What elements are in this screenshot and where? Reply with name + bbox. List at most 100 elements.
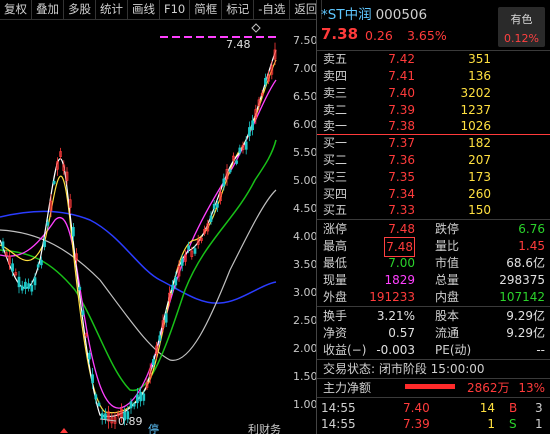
float-shares-label: 流通 (435, 326, 460, 340)
market-cap-value: 68.6亿 (506, 256, 545, 270)
stock-header[interactable]: *ST中润 000506 (321, 3, 427, 23)
candle-body (24, 281, 27, 289)
chart-toolbar: 复权 叠加 多股 统计 画线 F10 简框 标记 -自选 返回 (0, 0, 323, 20)
total-volume-label: 总量 (435, 273, 460, 287)
candle-body (33, 277, 37, 286)
overlay-button[interactable]: 叠加 (32, 0, 64, 19)
ask-volume: 3202 (460, 86, 491, 100)
bid-label: 买一 (323, 136, 348, 150)
kline-chart[interactable]: 7.50 7.00 6.50 6.00 5.50 5.00 4.50 4.00 … (0, 20, 316, 434)
high-price-label: 7.48 (226, 38, 251, 51)
stat-row: 换手 3.21% 股本 9.29亿 (317, 307, 550, 325)
ask-volume: 136 (468, 69, 491, 83)
last-price: 7.38 (321, 25, 359, 43)
candle-body (104, 413, 107, 420)
ask-volume: 1237 (460, 103, 491, 117)
bid-row[interactable]: 买五 7.33 150 (317, 202, 550, 219)
ask-row[interactable]: 卖三 7.40 3202 (317, 85, 550, 102)
y-tick: 1.00 (293, 398, 316, 411)
y-tick: 1.50 (293, 370, 316, 383)
candle-body (238, 147, 242, 153)
ask-row[interactable]: 卖二 7.39 1237 (317, 102, 550, 119)
y-tick: 2.00 (293, 342, 316, 355)
stat-row: 净资 0.57 流通 9.29亿 (317, 324, 550, 342)
pe-value: -- (536, 343, 545, 357)
divider (317, 397, 550, 398)
candle-body (216, 203, 219, 208)
candle-body (164, 313, 168, 323)
stat-row: 外盘 191233 内盘 107142 (317, 288, 550, 306)
ask-row[interactable]: 卖一 7.38 1026 (317, 118, 550, 135)
candle-body (72, 227, 75, 237)
multi-stock-button[interactable]: 多股 (64, 0, 96, 19)
bid-volume: 260 (468, 187, 491, 201)
outer-volume-value: 191233 (369, 290, 415, 304)
y-tick: 2.50 (293, 314, 316, 327)
ask-price: 7.39 (388, 103, 415, 117)
main-flow-pct: 13% (518, 381, 545, 395)
bid-price: 7.33 (388, 203, 415, 217)
y-tick: 5.50 (293, 146, 316, 159)
current-volume-label: 现量 (323, 273, 348, 287)
ma-white-line (0, 49, 277, 418)
trade-status: 交易状态: 闭市阶段 15:00:00 (323, 362, 485, 376)
bid-row[interactable]: 买四 7.34 260 (317, 186, 550, 203)
sector-badge[interactable]: 有色 0.12% (498, 7, 545, 47)
trade-row[interactable]: 14:55 7.39 1 S 1 (317, 416, 550, 432)
bid-row[interactable]: 买三 7.35 173 (317, 169, 550, 186)
pe-label: PE(动) (435, 343, 472, 357)
trade-row[interactable]: 14:55 7.40 14 B 3 (317, 400, 550, 416)
candle-body (81, 310, 85, 316)
ask-label: 卖二 (323, 103, 348, 117)
candle-body (180, 258, 184, 266)
y-tick: 4.00 (293, 230, 316, 243)
trade-count: 1 (535, 417, 543, 431)
bid-label: 买三 (323, 170, 348, 184)
ask-label: 卖四 (323, 69, 348, 83)
bid-volume: 182 (468, 136, 491, 150)
candle-body (142, 393, 146, 401)
candle-body (78, 286, 82, 291)
bid-volume: 173 (468, 170, 491, 184)
y-tick: 3.00 (293, 286, 316, 299)
candle-body (46, 221, 50, 226)
y-tick: 6.50 (293, 90, 316, 103)
candle-body (132, 403, 136, 407)
ask-row[interactable]: 卖五 7.42 351 (317, 51, 550, 68)
price-change: 0.26 (365, 28, 393, 43)
candle-body (248, 127, 251, 137)
ask-row[interactable]: 卖四 7.41 136 (317, 68, 550, 85)
price-change-pct: 3.65% (407, 28, 447, 43)
bid-row[interactable]: 买二 7.36 207 (317, 152, 550, 169)
limit-up-value: 7.48 (388, 222, 415, 236)
volume-ratio-value: 1.45 (518, 239, 545, 253)
stock-name: *ST中润 (321, 7, 372, 23)
simple-frame-button[interactable]: 简框 (190, 0, 223, 19)
draw-line-button[interactable]: 画线 (128, 0, 160, 19)
y-tick: 3.50 (293, 258, 316, 271)
statistics-button[interactable]: 统计 (96, 0, 128, 19)
sector-pct: 0.12% (504, 32, 539, 45)
remove-watchlist-button[interactable]: -自选 (254, 0, 291, 19)
inner-volume-value: 107142 (499, 290, 545, 304)
ma-yellow-line (0, 59, 277, 414)
restore-rights-button[interactable]: 复权 (0, 0, 32, 19)
bid-row[interactable]: 买一 7.37 182 (317, 135, 550, 152)
mark-button[interactable]: 标记 (222, 0, 255, 19)
limit-down-label: 跌停 (435, 222, 460, 236)
f10-button[interactable]: F10 (160, 0, 191, 19)
quote-panel: *ST中润 000506 有色 0.12% 7.38 0.26 3.65% 卖五 7… (316, 0, 550, 434)
inner-volume-label: 内盘 (435, 290, 460, 304)
candle-body (174, 276, 178, 286)
suspend-marker: 停 (148, 422, 159, 434)
ask-label: 卖三 (323, 86, 348, 100)
ask-volume: 351 (468, 52, 491, 66)
bid-label: 买四 (323, 187, 348, 201)
stock-code: 000506 (375, 7, 428, 23)
y-tick: 7.50 (293, 34, 316, 47)
candle-body (129, 401, 133, 409)
trade-qty: 1 (487, 417, 495, 431)
bid-label: 买五 (323, 203, 348, 217)
net-asset-label: 净资 (323, 326, 348, 340)
stat-row: 最低 7.00 市值 68.6亿 (317, 254, 550, 272)
